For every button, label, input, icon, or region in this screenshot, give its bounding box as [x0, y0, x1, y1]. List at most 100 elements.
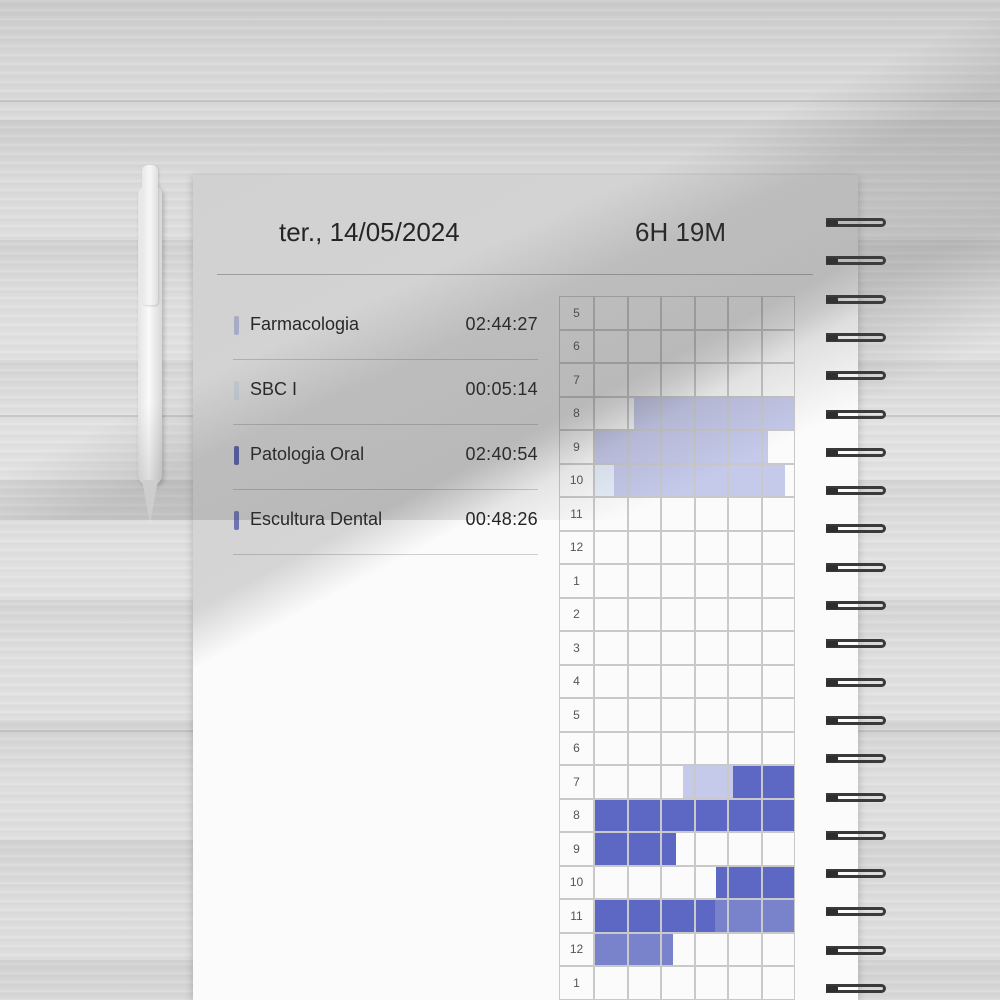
- subject-row[interactable]: Patologia Oral 02:40:54: [233, 425, 538, 490]
- timeline-cell: [661, 731, 695, 765]
- hour-label: 7: [559, 363, 594, 397]
- subject-name: Patologia Oral: [250, 444, 365, 464]
- hour-label: 6: [559, 329, 594, 363]
- timeline-cell: [594, 497, 628, 531]
- timeline-cell: [627, 396, 661, 430]
- hour-label: 4: [559, 664, 594, 698]
- timeline-cell: [761, 765, 795, 799]
- ring-stub: [826, 947, 838, 954]
- hour-label: 10: [559, 463, 594, 497]
- timeline-cell: [594, 463, 628, 497]
- timeline-cell: [728, 664, 762, 698]
- pen-clip: [142, 165, 158, 305]
- timeline-cell: [694, 731, 728, 765]
- timeline-cell: [761, 832, 795, 866]
- timeline-cell: [728, 597, 762, 631]
- timeline-cell: [761, 530, 795, 564]
- subject-list: Farmacologia 02:44:27 SBC I 00:05:14 Pat…: [233, 295, 538, 555]
- timeline-cell: [661, 396, 695, 430]
- subject-name: Escultura Dental: [250, 509, 383, 529]
- timeline-cell: [594, 530, 628, 564]
- hour-label: 5: [559, 296, 594, 330]
- timeline-cell: [694, 664, 728, 698]
- timeline-cell: [761, 631, 795, 665]
- timeline-cell: [627, 765, 661, 799]
- timeline-cell: [661, 765, 695, 799]
- timeline-cell: [594, 664, 628, 698]
- subject-row[interactable]: Escultura Dental 00:48:26: [233, 490, 538, 555]
- timeline-cell: [661, 497, 695, 531]
- timeline-cell: [594, 396, 628, 430]
- timeline-cell: [627, 698, 661, 732]
- timeline-cell: [594, 832, 628, 866]
- timeline-cell: [761, 698, 795, 732]
- timeline-cell: [594, 932, 628, 966]
- timeline-cell: [627, 530, 661, 564]
- timeline-cell: [694, 798, 728, 832]
- hour-label: 6: [559, 731, 594, 765]
- timeline-cell: [627, 296, 661, 330]
- timeline-cell: [594, 865, 628, 899]
- hour-label: 8: [559, 798, 594, 832]
- timeline-cell: [627, 865, 661, 899]
- timeline-cell: [728, 731, 762, 765]
- subject-duration: 00:05:14: [465, 379, 538, 399]
- subject-row[interactable]: SBC I 00:05:14: [233, 360, 538, 425]
- timeline-cell: [661, 631, 695, 665]
- timeline-cell: [728, 530, 762, 564]
- timeline-cell: [594, 329, 628, 363]
- subject-row[interactable]: Farmacologia 02:44:27: [233, 295, 538, 360]
- ring-stub: [826, 603, 838, 609]
- ring-stub: [826, 871, 838, 878]
- timeline-cell: [661, 363, 695, 397]
- timeline-cell: [761, 865, 795, 899]
- spiral-ring: [826, 943, 888, 959]
- timeline-cell: [661, 296, 695, 330]
- timeline-cell: [594, 597, 628, 631]
- timeline-cell: [694, 296, 728, 330]
- timeline-cell: [594, 363, 628, 397]
- timeline-cell: [728, 832, 762, 866]
- timeline-cell: [627, 329, 661, 363]
- timeline-cell: [627, 899, 661, 933]
- timeline-cell: [627, 497, 661, 531]
- timeline-cell: [627, 731, 661, 765]
- spiral-ring: [826, 253, 888, 269]
- hour-label: 12: [559, 932, 594, 966]
- timeline-cell: [761, 597, 795, 631]
- timeline-cell: [594, 698, 628, 732]
- timeline-cell: [761, 497, 795, 531]
- ring-stub: [826, 564, 838, 571]
- hour-label: 2: [559, 597, 594, 631]
- hour-label: 9: [559, 430, 594, 464]
- timeline-cell: [661, 966, 695, 1000]
- timeline-cell: [761, 899, 795, 933]
- spiral-ring: [826, 751, 888, 767]
- subject-color-swatch: [234, 381, 239, 400]
- timeline-cell: [661, 899, 695, 933]
- timeline-cell: [661, 329, 695, 363]
- timeline-cell: [728, 463, 762, 497]
- spiral-ring: [826, 790, 888, 806]
- spiral-ring: [826, 292, 888, 308]
- timeline-cell: [761, 932, 795, 966]
- spiral-ring: [826, 330, 888, 346]
- timeline-cell: [761, 396, 795, 430]
- timeline-cell: [694, 329, 728, 363]
- timeline-cell: [694, 765, 728, 799]
- timeline-cell: [728, 497, 762, 531]
- timeline-cell: [627, 363, 661, 397]
- subject-name: Farmacologia: [250, 314, 360, 334]
- timeline-cell: [661, 865, 695, 899]
- timeline-cell: [694, 530, 728, 564]
- timeline-cell: [694, 363, 728, 397]
- hour-label: 11: [559, 497, 594, 531]
- timeline-cell: [761, 731, 795, 765]
- timeline-cell: [661, 832, 695, 866]
- timeline-cell: [694, 832, 728, 866]
- total-study-time: 6H 19M: [635, 217, 727, 247]
- timeline-cell: [694, 463, 728, 497]
- timeline-cell: [627, 966, 661, 1000]
- timeline-cell: [594, 430, 628, 464]
- timeline-cell: [594, 731, 628, 765]
